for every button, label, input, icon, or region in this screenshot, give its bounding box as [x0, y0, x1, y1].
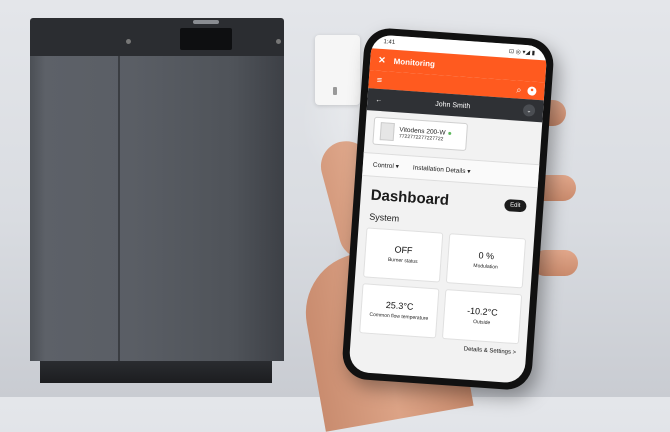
user-name: John Smith: [435, 100, 471, 110]
tile-label: Modulation: [473, 263, 498, 271]
tile-label: Burner status: [387, 257, 418, 266]
tab-control[interactable]: Control ▾: [373, 161, 400, 171]
tab-installation-details[interactable]: Installation Details ▾: [413, 163, 471, 175]
boiler-logo: [193, 20, 219, 24]
boiler-base: [40, 361, 272, 383]
user-icon[interactable]: ●: [527, 85, 537, 96]
wall-switch: [315, 35, 360, 105]
tile-label: Outside: [472, 319, 491, 327]
search-icon[interactable]: ⌕: [516, 84, 522, 95]
tile-value: OFF: [394, 244, 413, 256]
tile-value: 25.3°C: [385, 300, 414, 313]
status-icons: ⊡ ◎ ▾◢ ▮: [508, 48, 536, 57]
back-icon[interactable]: ←: [375, 96, 382, 103]
boiler-edge: [118, 56, 120, 361]
device-card[interactable]: Vitodens 200-W 7722772277227722: [372, 116, 469, 152]
tile-label: Common flow temperature: [369, 312, 429, 323]
boiler-unit: [30, 18, 284, 383]
device-thumbnail: [379, 122, 395, 142]
tile-outside-temperature[interactable]: -10.2°C Outside: [441, 289, 523, 345]
smartphone: 1:41 ⊡ ◎ ▾◢ ▮ ✕ Monitoring ≡ ⌕ ● ← John …: [340, 26, 556, 392]
tile-burner-status[interactable]: OFF Burner status: [363, 227, 444, 283]
dashboard-grid: OFF Burner status 0 % Modulation 25.3°C …: [351, 227, 534, 345]
close-icon[interactable]: ✕: [378, 54, 386, 65]
status-time: 1:41: [383, 39, 396, 46]
tile-value: 0 %: [478, 250, 495, 262]
tile-modulation[interactable]: 0 % Modulation: [445, 233, 527, 289]
boiler-knob-left: [126, 39, 131, 44]
phone-screen: 1:41 ⊡ ◎ ▾◢ ▮ ✕ Monitoring ≡ ⌕ ● ← John …: [348, 34, 548, 384]
page-title: Dashboard: [370, 186, 450, 210]
edit-button[interactable]: Edit: [503, 198, 527, 212]
tile-value: -10.2°C: [466, 305, 499, 318]
boiler-casing: [30, 56, 284, 361]
chevron-down-icon[interactable]: ⌄: [522, 104, 536, 117]
app-title: Monitoring: [393, 56, 436, 69]
boiler-control-panel: [30, 18, 284, 58]
switch-indicator: [333, 87, 337, 95]
online-status-dot: [448, 131, 452, 135]
menu-icon[interactable]: ≡: [376, 75, 382, 85]
tile-flow-temperature[interactable]: 25.3°C Common flow temperature: [359, 283, 440, 339]
boiler-knob-right: [276, 39, 281, 44]
boiler-display: [180, 28, 232, 50]
